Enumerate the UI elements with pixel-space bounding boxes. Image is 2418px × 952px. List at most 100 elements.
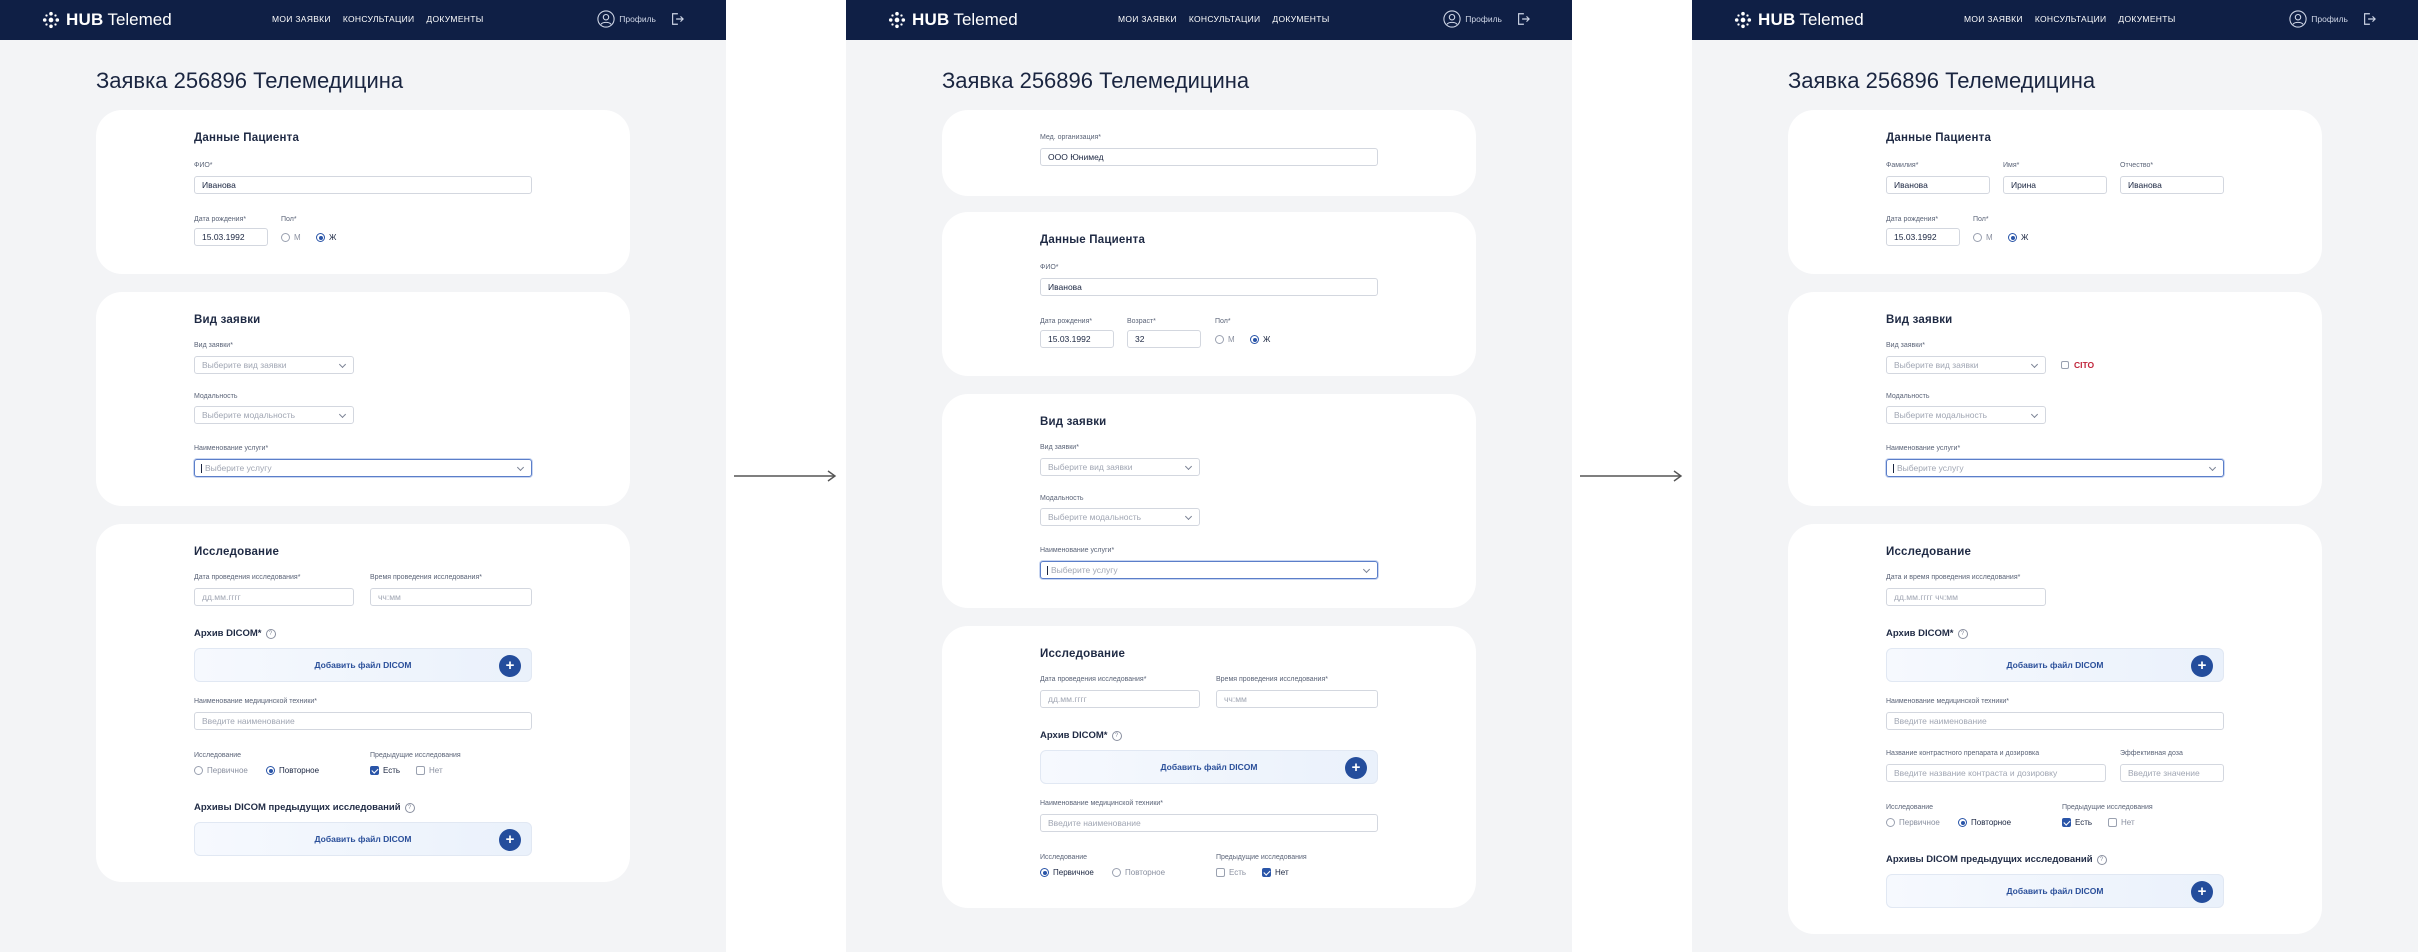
- logo[interactable]: HUB Telemed: [42, 10, 172, 30]
- help-icon[interactable]: ?: [2096, 854, 2107, 865]
- prev-yes-checkbox[interactable]: Есть: [2062, 818, 2092, 827]
- prev-no-checkbox[interactable]: Нет: [416, 766, 443, 775]
- modality-select[interactable]: Выберите модальность: [1040, 508, 1200, 526]
- user-icon: [597, 10, 615, 28]
- profile-menu[interactable]: Профиль: [2289, 10, 2376, 28]
- page-title: Заявка 256896 Телемедицина: [942, 68, 1250, 93]
- time-input[interactable]: чч:мм: [370, 588, 532, 606]
- prev-yes-checkbox[interactable]: Есть: [1216, 868, 1246, 877]
- time-input[interactable]: чч:мм: [1216, 690, 1378, 708]
- modality-select[interactable]: Выберите модальность: [1886, 406, 2046, 424]
- nav-consultations[interactable]: КОНСУЛЬТАЦИИ: [343, 14, 415, 24]
- help-icon[interactable]: ?: [404, 802, 415, 813]
- help-icon[interactable]: ?: [265, 628, 276, 639]
- type-select[interactable]: Выберите вид заявки: [1040, 458, 1200, 476]
- modality-select[interactable]: Выберите модальность: [194, 406, 354, 424]
- kind-primary-radio[interactable]: Первичное: [1040, 868, 1094, 877]
- age-input[interactable]: 32: [1127, 330, 1201, 348]
- add-dicom-button[interactable]: Добавить файл DICOM +: [1886, 648, 2224, 682]
- dob-input[interactable]: 15.03.1992: [194, 228, 268, 246]
- prev-archives-label: Архивы DICOM предыдущих исследований?: [194, 802, 415, 813]
- prev-no-checkbox[interactable]: Нет: [2108, 818, 2135, 827]
- header: HUB Telemed МОИ ЗАЯВКИ КОНСУЛЬТАЦИИ ДОКУ…: [846, 0, 1572, 40]
- add-dicom-button[interactable]: Добавить файл DICOM +: [194, 648, 532, 682]
- nav-consultations[interactable]: КОНСУЛЬТАЦИИ: [1189, 14, 1261, 24]
- logout-icon[interactable]: [670, 12, 684, 26]
- screen-2: HUB Telemed МОИ ЗАЯВКИ КОНСУЛЬТАЦИИ ДОКУ…: [846, 0, 1572, 952]
- nav-consultations[interactable]: КОНСУЛЬТАЦИИ: [2035, 14, 2107, 24]
- profile-menu[interactable]: Профиль: [1443, 10, 1530, 28]
- dob-input[interactable]: 15.03.1992: [1886, 228, 1960, 246]
- date-label: Дата проведения исследования*: [194, 574, 301, 581]
- add-dicom-button[interactable]: Добавить файл DICOM +: [1040, 750, 1378, 784]
- study-card: Исследование Дата и время проведения исс…: [1788, 524, 2322, 934]
- help-icon[interactable]: ?: [1111, 730, 1122, 741]
- fio-input[interactable]: Иванова: [194, 176, 532, 194]
- equipment-input[interactable]: Введите наименование: [1886, 712, 2224, 730]
- sex-m-radio[interactable]: М: [281, 233, 301, 242]
- cito-checkbox[interactable]: CITO: [2061, 360, 2094, 370]
- kind-repeat-radio[interactable]: Повторное: [1112, 868, 1165, 877]
- nav-my-requests[interactable]: МОИ ЗАЯВКИ: [1964, 14, 2023, 24]
- kind-repeat-radio[interactable]: Повторное: [1958, 818, 2011, 827]
- dose-input[interactable]: Введите значение: [2120, 764, 2224, 782]
- nav-documents[interactable]: ДОКУМЕНТЫ: [1272, 14, 1329, 24]
- type-select[interactable]: Выберите вид заявки: [194, 356, 354, 374]
- sex-f-radio[interactable]: Ж: [1250, 335, 1270, 344]
- name-input[interactable]: Ирина: [2003, 176, 2107, 194]
- contrast-input[interactable]: Введите название контраста и дозировку: [1886, 764, 2106, 782]
- fio-input[interactable]: Иванова: [1040, 278, 1378, 296]
- nav-my-requests[interactable]: МОИ ЗАЯВКИ: [272, 14, 331, 24]
- equipment-label: Наименование медицинской техники*: [1040, 800, 1164, 807]
- service-select[interactable]: Выберите услугу: [1886, 459, 2224, 477]
- date-input[interactable]: дд.мм.гггг: [194, 588, 354, 606]
- nav-my-requests[interactable]: МОИ ЗАЯВКИ: [1118, 14, 1177, 24]
- logo[interactable]: HUB Telemed: [888, 10, 1018, 30]
- equipment-label: Наименование медицинской техники*: [194, 698, 318, 705]
- equipment-input[interactable]: Введите наименование: [194, 712, 532, 730]
- type-label: Вид заявки*: [194, 342, 233, 349]
- org-input[interactable]: ООО Юнимед: [1040, 148, 1378, 166]
- sex-m-radio[interactable]: М: [1973, 233, 1993, 242]
- prev-no-checkbox[interactable]: Нет: [1262, 868, 1289, 877]
- add-prev-dicom-button[interactable]: Добавить файл DICOM +: [194, 822, 532, 856]
- nav-documents[interactable]: ДОКУМЕНТЫ: [426, 14, 483, 24]
- logo-hub-text: HUB: [66, 10, 104, 29]
- nav-documents[interactable]: ДОКУМЕНТЫ: [2118, 14, 2175, 24]
- profile-menu[interactable]: Профиль: [597, 10, 684, 28]
- logo[interactable]: HUB Telemed: [1734, 10, 1864, 30]
- time-label: Время проведения исследования*: [370, 574, 482, 581]
- request-card: Вид заявки Вид заявки* Выберите вид заяв…: [942, 394, 1476, 608]
- modality-label: Модальность: [194, 393, 238, 400]
- plus-icon: +: [2191, 881, 2213, 903]
- logo-icon: [888, 11, 906, 29]
- prev-yes-checkbox[interactable]: Есть: [370, 766, 400, 775]
- user-icon: [2289, 10, 2307, 28]
- date-input[interactable]: дд.мм.гггг: [1040, 690, 1200, 708]
- logout-icon[interactable]: [2362, 12, 2376, 26]
- patient-card: Данные Пациента ФИО* Иванова Дата рожден…: [96, 110, 630, 274]
- datetime-input[interactable]: дд.мм.гггг чч:мм: [1886, 588, 2046, 606]
- kind-primary-radio[interactable]: Первичное: [1886, 818, 1940, 827]
- fio-label: ФИО*: [1040, 264, 1059, 271]
- kind-primary-radio[interactable]: Первичное: [194, 766, 248, 775]
- add-prev-dicom-button[interactable]: Добавить файл DICOM +: [1886, 874, 2224, 908]
- main-nav: МОИ ЗАЯВКИ КОНСУЛЬТАЦИИ ДОКУМЕНТЫ: [1118, 14, 1330, 24]
- sex-f-radio[interactable]: Ж: [2008, 233, 2028, 242]
- service-select[interactable]: Выберите услугу: [1040, 561, 1378, 579]
- type-select[interactable]: Выберите вид заявки: [1886, 356, 2046, 374]
- equipment-input[interactable]: Введите наименование: [1040, 814, 1378, 832]
- patronymic-input[interactable]: Иванова: [2120, 176, 2224, 194]
- logout-icon[interactable]: [1516, 12, 1530, 26]
- sex-m-radio[interactable]: М: [1215, 335, 1235, 344]
- logo-hub-text: HUB: [1758, 10, 1796, 29]
- service-select[interactable]: Выберите услугу: [194, 459, 532, 477]
- help-icon[interactable]: ?: [1957, 628, 1968, 639]
- surname-input[interactable]: Иванова: [1886, 176, 1990, 194]
- sex-f-radio[interactable]: Ж: [316, 233, 336, 242]
- profile-label: Профиль: [2311, 14, 2348, 24]
- study-title: Исследование: [1040, 648, 1126, 660]
- request-title: Вид заявки: [1040, 416, 1107, 428]
- kind-repeat-radio[interactable]: Повторное: [266, 766, 319, 775]
- dob-input[interactable]: 15.03.1992: [1040, 330, 1114, 348]
